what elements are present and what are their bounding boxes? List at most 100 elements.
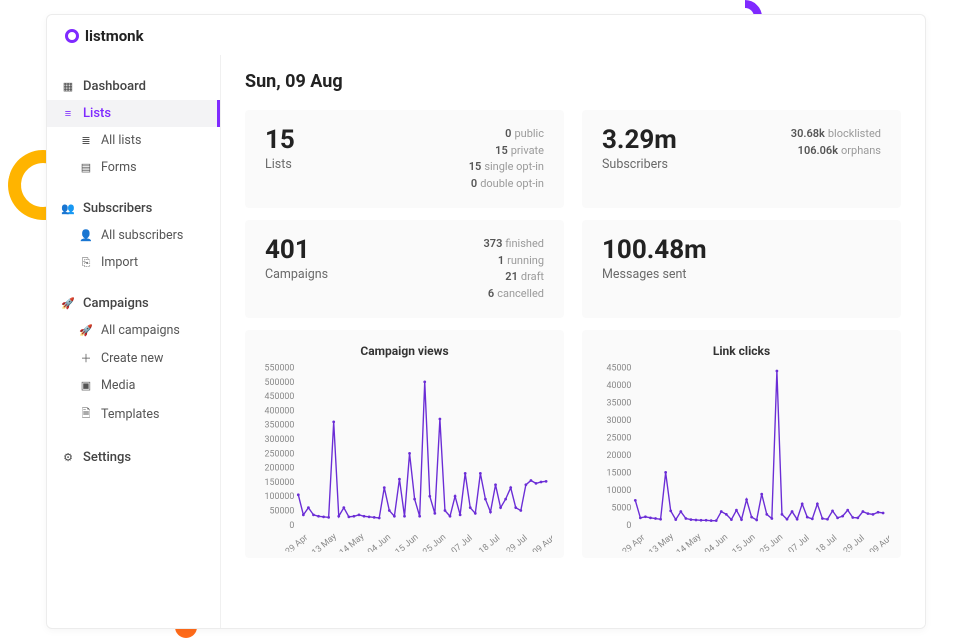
ytick-label: 5000 xyxy=(611,503,631,513)
logo-text: listmonk xyxy=(85,27,144,45)
sidebar-item-dashboard[interactable]: ▦ Dashboard xyxy=(47,73,220,100)
ytick-label: 10000 xyxy=(607,486,632,496)
stat-detail-label: running xyxy=(507,254,544,267)
chart-series-point xyxy=(307,506,310,509)
chart-series-point xyxy=(423,380,426,383)
xtick-label: 29 Apr xyxy=(621,533,647,552)
chart-series-point xyxy=(654,517,657,520)
xtick-label: 14 May xyxy=(675,531,704,552)
stat-detail-row: 30.68kblocklisted xyxy=(791,126,881,143)
chart-series-point xyxy=(861,510,864,513)
chart-canvas: 0500001000001500002000002500003000003500… xyxy=(257,362,552,552)
xtick-label: 07 Jul xyxy=(450,533,475,552)
sidebar-item-templates[interactable]: 🗎 Templates xyxy=(47,399,220,430)
ytick-label: 300000 xyxy=(265,435,295,445)
sidebar-item-all-subscribers[interactable]: 👤 All subscribers xyxy=(47,222,220,249)
stat-detail-row: 1running xyxy=(484,253,544,270)
chart-series-point xyxy=(690,518,693,521)
gear-icon: ⚙ xyxy=(61,451,75,464)
sidebar-item-media[interactable]: ▣ Media xyxy=(47,372,220,399)
sidebar-item-all-lists[interactable]: ≣ All lists xyxy=(47,127,220,154)
chart-series-point xyxy=(398,478,401,481)
chart-series-point xyxy=(302,513,305,516)
people-icon: 👤 xyxy=(79,229,93,242)
list-icon: ≣ xyxy=(79,134,93,147)
ytick-label: 45000 xyxy=(607,363,632,373)
sidebar-item-forms[interactable]: ▤ Forms xyxy=(47,154,220,181)
chart-series-point xyxy=(545,480,548,483)
chart-series-point xyxy=(710,519,713,522)
main-content: Sun, 09 Aug 15 Lists 0public15private15s… xyxy=(221,55,925,628)
sidebar-item-subscribers[interactable]: 👥 Subscribers xyxy=(47,195,220,222)
stat-detail-label: cancelled xyxy=(497,287,544,300)
stat-label: Subscribers xyxy=(602,157,677,172)
chart-series-point xyxy=(413,498,416,501)
chart-series-point xyxy=(841,515,844,518)
chart-series-point xyxy=(317,515,320,518)
sidebar-item-campaigns[interactable]: 🚀 Campaigns xyxy=(47,290,220,317)
chart-series-point xyxy=(639,516,642,519)
chart-series-point xyxy=(740,518,743,521)
app-window: listmonk ▦ Dashboard ≡ Lists ≣ All lists… xyxy=(46,14,926,629)
stat-detail-row: 0double opt-in xyxy=(469,176,544,193)
chart-series-point xyxy=(806,516,809,519)
sidebar-item-all-campaigns[interactable]: 🚀 All campaigns xyxy=(47,317,220,344)
chart-series-point xyxy=(449,515,452,518)
xtick-label: 13 May xyxy=(647,531,676,552)
chart-series-point xyxy=(877,511,880,514)
chart-series-point xyxy=(730,518,733,521)
stat-detail-count: 6 xyxy=(488,287,494,300)
ytick-label: 350000 xyxy=(265,421,295,431)
chart-series-point xyxy=(867,512,870,515)
stat-detail-count: 15 xyxy=(469,160,482,173)
chart-title: Link clicks xyxy=(594,344,889,358)
sidebar-label: Create new xyxy=(101,351,163,366)
stat-detail-label: blocklisted xyxy=(828,127,881,140)
chart-series-point xyxy=(358,513,361,516)
xtick-label: 09 Aug xyxy=(531,532,552,552)
templates-icon: 🗎 xyxy=(79,405,93,424)
campaigns-icon: 🚀 xyxy=(61,297,75,310)
xtick-label: 25 Jun xyxy=(758,532,785,552)
chart-series-point xyxy=(479,472,482,475)
chart-series-point xyxy=(368,515,371,518)
ytick-label: 550000 xyxy=(265,363,295,373)
stat-detail-count: 106.06k xyxy=(798,144,838,157)
xtick-label: 29 Jul xyxy=(505,533,530,552)
ytick-label: 400000 xyxy=(265,406,295,416)
chart-series-point xyxy=(514,506,517,509)
chart-series-point xyxy=(524,483,527,486)
topbar: listmonk xyxy=(47,15,925,55)
chart-series-point xyxy=(388,509,391,512)
chart-series-point xyxy=(373,516,376,519)
ytick-label: 250000 xyxy=(265,449,295,459)
sidebar-label: Media xyxy=(101,378,135,393)
xtick-label: 04 Jun xyxy=(703,532,730,552)
logo-icon xyxy=(65,29,79,43)
ytick-label: 0 xyxy=(626,521,631,531)
chart-series-point xyxy=(821,517,824,520)
chart-series-point xyxy=(363,515,366,518)
chart-series-point xyxy=(669,509,672,512)
chart-series-point xyxy=(664,471,667,474)
ytick-label: 0 xyxy=(289,521,294,531)
sidebar-label: Campaigns xyxy=(83,296,149,311)
chart-series-point xyxy=(444,509,447,512)
stat-detail-count: 15 xyxy=(495,144,508,157)
sidebar-item-create-new[interactable]: ＋ Create new xyxy=(47,344,220,372)
chart-series-point xyxy=(846,509,849,512)
chart-series-point xyxy=(856,516,859,519)
ytick-label: 40000 xyxy=(607,381,632,391)
sidebar-item-import[interactable]: ⎘ Import xyxy=(47,249,220,276)
chart-series-point xyxy=(781,513,784,516)
sidebar-item-settings[interactable]: ⚙ Settings xyxy=(47,444,220,471)
chart-svg: 0500010000150002000025000300003500040000… xyxy=(594,362,889,552)
stat-label: Campaigns xyxy=(265,267,328,282)
sidebar-label: All subscribers xyxy=(101,228,183,243)
stat-detail-label: orphans xyxy=(841,144,881,157)
xtick-label: 15 Jun xyxy=(731,532,758,552)
chart-series-point xyxy=(393,515,396,518)
chart-series-point xyxy=(499,506,502,509)
chart-series-point xyxy=(811,518,814,521)
sidebar-item-lists[interactable]: ≡ Lists xyxy=(47,100,220,127)
